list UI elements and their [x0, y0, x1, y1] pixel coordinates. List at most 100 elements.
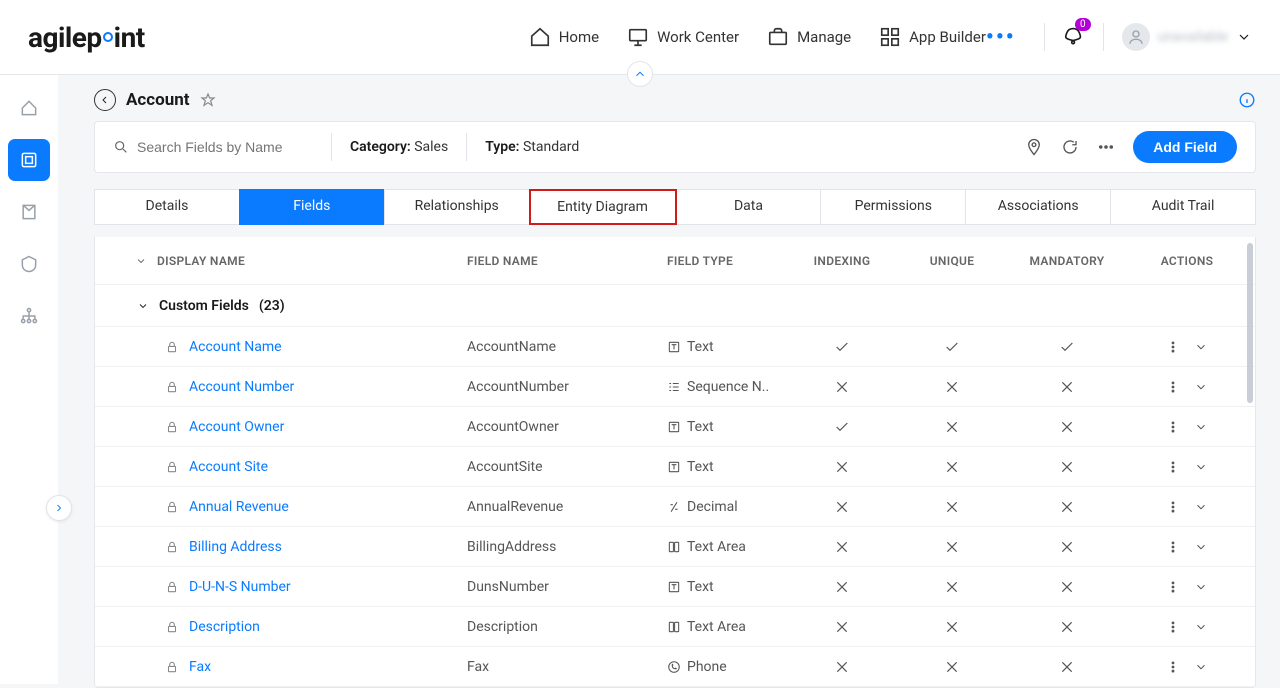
x-icon — [1059, 539, 1075, 555]
tab-audit-trail[interactable]: Audit Trail — [1110, 189, 1256, 225]
field-link[interactable]: Account Owner — [189, 419, 284, 435]
chevron-down-icon[interactable] — [137, 300, 149, 312]
tab-relationships[interactable]: Relationships — [384, 189, 530, 225]
rail-sitemap[interactable] — [8, 295, 50, 337]
location-icon[interactable] — [1025, 138, 1043, 156]
search-icon — [113, 139, 129, 155]
chevron-down-icon[interactable] — [135, 255, 147, 267]
search-input[interactable] — [137, 139, 297, 155]
field-link[interactable]: Billing Address — [189, 539, 282, 555]
table-row: Account SiteAccountSiteText — [95, 447, 1255, 487]
x-icon — [1059, 619, 1075, 635]
expand-row-icon[interactable] — [1194, 500, 1208, 514]
check-icon — [834, 419, 850, 435]
x-icon — [1059, 579, 1075, 595]
field-type: Text — [687, 419, 714, 435]
field-link[interactable]: Account Name — [189, 339, 282, 355]
tab-data[interactable]: Data — [676, 189, 822, 225]
rail-inbox[interactable] — [8, 191, 50, 233]
rail-security[interactable] — [8, 243, 50, 285]
x-icon — [834, 379, 850, 395]
field-link[interactable]: Account Site — [189, 459, 268, 475]
nav-manage[interactable]: Manage — [767, 26, 851, 48]
row-actions-icon[interactable] — [1166, 620, 1180, 634]
user-menu[interactable]: unavailable — [1122, 23, 1252, 51]
x-icon — [834, 619, 850, 635]
x-icon — [944, 579, 960, 595]
refresh-icon[interactable] — [1061, 138, 1079, 156]
lock-icon — [165, 380, 179, 394]
row-actions-icon[interactable] — [1166, 580, 1180, 594]
field-name: BillingAddress — [467, 539, 667, 555]
row-actions-icon[interactable] — [1166, 460, 1180, 474]
notifications-button[interactable]: 0 — [1063, 24, 1085, 50]
expand-row-icon[interactable] — [1194, 420, 1208, 434]
x-icon — [1059, 379, 1075, 395]
chevron-down-icon — [1236, 29, 1252, 45]
expand-row-icon[interactable] — [1194, 460, 1208, 474]
collapse-header-button[interactable] — [627, 61, 653, 87]
col-field-name: FIELD NAME — [467, 254, 667, 268]
field-name: AccountOwner — [467, 419, 667, 435]
field-link[interactable]: Description — [189, 619, 260, 635]
rail-entities[interactable] — [8, 139, 50, 181]
lock-icon — [165, 340, 179, 354]
expand-row-icon[interactable] — [1194, 660, 1208, 674]
field-name: Description — [467, 619, 667, 635]
check-icon — [1059, 339, 1075, 355]
table-row: Annual RevenueAnnualRevenueDecimal — [95, 487, 1255, 527]
x-icon — [944, 459, 960, 475]
app-logo[interactable]: agilepint — [28, 21, 145, 54]
text-type-icon — [667, 420, 681, 434]
expand-row-icon[interactable] — [1194, 540, 1208, 554]
tab-details[interactable]: Details — [94, 189, 240, 225]
x-icon — [944, 419, 960, 435]
group-label: Custom Fields — [159, 298, 249, 314]
x-icon — [834, 659, 850, 675]
nav-home[interactable]: Home — [529, 26, 599, 48]
row-actions-icon[interactable] — [1166, 420, 1180, 434]
expand-row-icon[interactable] — [1194, 620, 1208, 634]
row-actions-icon[interactable] — [1166, 500, 1180, 514]
field-name: AccountNumber — [467, 379, 667, 395]
lock-icon — [165, 540, 179, 554]
info-icon[interactable] — [1238, 91, 1256, 109]
row-actions-icon[interactable] — [1166, 380, 1180, 394]
sequence-type-icon — [667, 380, 681, 394]
x-icon — [944, 499, 960, 515]
expand-row-icon[interactable] — [1194, 340, 1208, 354]
field-link[interactable]: D-U-N-S Number — [189, 579, 291, 595]
field-name: AnnualRevenue — [467, 499, 667, 515]
expand-row-icon[interactable] — [1194, 580, 1208, 594]
field-link[interactable]: Account Number — [189, 379, 294, 395]
rail-home[interactable] — [8, 87, 50, 129]
field-link[interactable]: Annual Revenue — [189, 499, 289, 515]
x-icon — [944, 659, 960, 675]
back-button[interactable] — [94, 89, 116, 111]
row-actions-icon[interactable] — [1166, 660, 1180, 674]
col-unique: UNIQUE — [897, 254, 1007, 268]
tab-permissions[interactable]: Permissions — [820, 189, 966, 225]
more-options-icon[interactable] — [1097, 138, 1115, 156]
field-link[interactable]: Fax — [189, 659, 211, 675]
table-row: Billing AddressBillingAddressText Area — [95, 527, 1255, 567]
col-actions: ACTIONS — [1127, 254, 1247, 268]
nav-app-builder[interactable]: App Builder — [879, 26, 986, 48]
tab-fields[interactable]: Fields — [239, 189, 385, 225]
expand-row-icon[interactable] — [1194, 380, 1208, 394]
scrollbar[interactable] — [1247, 243, 1253, 403]
favorite-star-icon[interactable] — [200, 92, 216, 108]
add-field-button[interactable]: Add Field — [1133, 131, 1237, 163]
check-icon — [834, 339, 850, 355]
lock-icon — [165, 580, 179, 594]
field-type: Phone — [687, 659, 727, 675]
phone-type-icon — [667, 660, 681, 674]
row-actions-icon[interactable] — [1166, 340, 1180, 354]
tab-associations[interactable]: Associations — [965, 189, 1111, 225]
tab-entity-diagram[interactable]: Entity Diagram — [529, 189, 677, 225]
row-actions-icon[interactable] — [1166, 540, 1180, 554]
more-nav-icon[interactable]: ••• — [986, 25, 1016, 50]
nav-work-center[interactable]: Work Center — [627, 26, 739, 48]
category-filter: Category: Sales — [350, 139, 448, 155]
table-row: Account NameAccountNameText — [95, 327, 1255, 367]
